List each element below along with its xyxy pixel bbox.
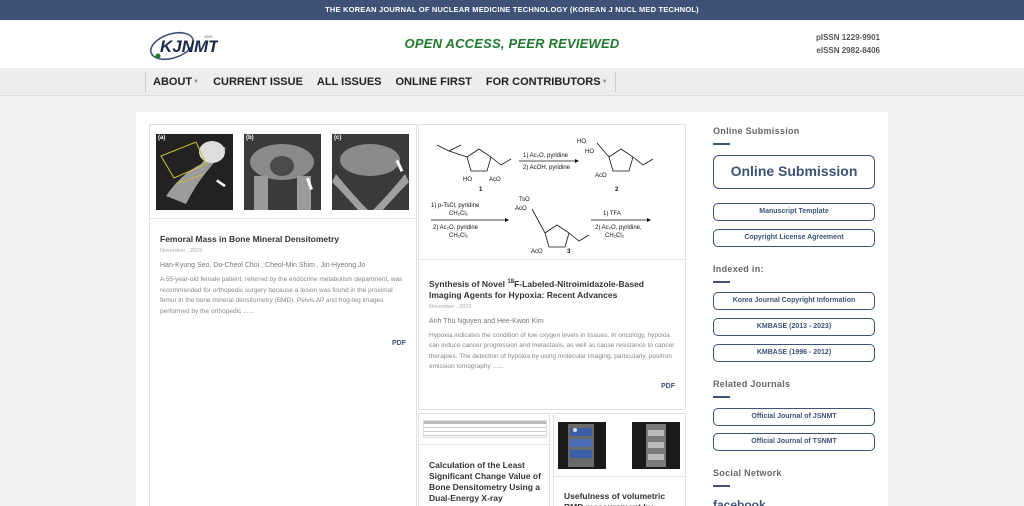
manuscript-template-button[interactable]: Manuscript Template: [713, 203, 875, 221]
indexed-link-kmbase-1996[interactable]: KMBASE (1996 - 2012): [713, 344, 875, 362]
scheme-tso: TsO: [519, 197, 530, 203]
scheme-compound-3: 3: [567, 249, 571, 255]
scheme-step3-b: 2) Ac₂O, pyridine,: [595, 225, 642, 231]
article-figure: (a) (b) (c): [156, 134, 412, 214]
article-card-volumetric-bmd[interactable]: Usefulness of volumetric BMD measurement…: [553, 413, 686, 506]
social-network-heading: Social Network: [713, 468, 782, 478]
journal-title-bar: THE KOREAN JOURNAL OF NUCLEAR MEDICINE T…: [0, 0, 1024, 20]
scheme-aco-1: AcO: [489, 177, 501, 183]
scheme-ho-2: HO: [577, 139, 586, 145]
xray-image-b: (b): [244, 134, 321, 210]
article-card-hypoxia[interactable]: 1) Ac₂O, pyridine 2) AcOH, pyridine HO A…: [418, 124, 686, 410]
article-date: November , 2023: [160, 248, 203, 254]
pdf-link[interactable]: PDF: [661, 383, 675, 390]
heading-underline: [713, 485, 730, 487]
nav-for-contributors[interactable]: FOR CONTRIBUTORS▼: [479, 72, 615, 92]
indexed-heading: Indexed in:: [713, 264, 764, 274]
article-title[interactable]: Calculation of the Least Significant Cha…: [429, 460, 544, 506]
related-link-tsnmt[interactable]: Official Journal of TSNMT: [713, 433, 875, 451]
facebook-icon[interactable]: facebook: [713, 498, 766, 506]
article-image-spine-b: [632, 422, 680, 469]
related-journals-heading: Related Journals: [713, 379, 791, 389]
related-link-jsnmt[interactable]: Official Journal of JSNMT: [713, 408, 875, 426]
nav-current-issue[interactable]: CURRENT ISSUE: [206, 72, 310, 92]
article-authors: Anh Thu Nguyen and Hee-Kwon Kim: [429, 317, 544, 325]
scheme-ho-3: HO: [585, 149, 594, 155]
scheme-aco-3: AcO: [515, 206, 527, 212]
scheme-aco-2: AcO: [595, 173, 607, 179]
article-authors: Han-Kyung Seo, Do-Cheol Choi , Cheol-Min…: [160, 262, 366, 269]
sidebar: Online Submission Online Submission Manu…: [699, 112, 888, 506]
article-title[interactable]: Usefulness of volumetric BMD measurement…: [564, 491, 679, 506]
chevron-down-icon: ▼: [193, 79, 200, 85]
image-label-c: (c): [334, 135, 342, 141]
scheme-compound-1: 1: [479, 187, 483, 193]
nav-all-issues[interactable]: ALL ISSUES: [310, 72, 389, 92]
chevron-down-icon: ▼: [601, 79, 608, 85]
xray-image-c: (c): [332, 134, 409, 210]
scheme-step2-b: CH₂Cl₂: [449, 211, 469, 217]
heading-underline: [713, 143, 730, 145]
online-submission-heading: Online Submission: [713, 126, 800, 136]
article-grid: (a) (b) (c) Femoral Mass in Bone Mineral…: [136, 112, 699, 506]
article-date: November , 2023: [429, 303, 472, 310]
nav-online-first[interactable]: ONLINE FIRST: [389, 72, 479, 92]
scheme-compound-2: 2: [615, 187, 619, 193]
scheme-step1-b: 2) AcOH, pyridine: [523, 165, 571, 171]
image-label-a: (a): [158, 135, 166, 141]
article-image-spine-a: [558, 422, 606, 469]
reaction-scheme: 1) Ac₂O, pyridine 2) AcOH, pyridine HO A…: [427, 129, 679, 255]
scheme-step3-a: 1) TFA: [603, 211, 621, 217]
article-card-femoral-mass[interactable]: (a) (b) (c) Femoral Mass in Bone Mineral…: [149, 124, 417, 506]
scheme-step2-a: 1) p-TsCl, pyridine: [431, 203, 480, 209]
site-header: KJNMT 1997 OPEN ACCESS, PEER REVIEWED pI…: [0, 20, 1024, 68]
eissn: eISSN 2982-8406: [816, 46, 880, 55]
article-abstract: Hypoxia indicates the condition of low o…: [429, 331, 675, 371]
indexed-link-copyright-info[interactable]: Korea Journal Copyright Information: [713, 292, 875, 310]
article-abstract: A 55-year-old female patient, referred b…: [160, 276, 403, 315]
scheme-step3-c: CH₂Cl₂: [605, 233, 625, 239]
pissn: pISSN 1229-9901: [815, 33, 880, 42]
article-title[interactable]: Femoral Mass in Bone Mineral Densitometr…: [160, 234, 408, 245]
scheme-ho-1: HO: [463, 177, 472, 183]
copyright-agreement-button[interactable]: Copyright License Agreement: [713, 229, 875, 247]
article-title[interactable]: Synthesis of Novel 18F-Labeled-Nitroimid…: [429, 277, 677, 301]
scheme-step2-d: CH₂Cl₂: [449, 233, 469, 239]
scheme-step1-a: 1) Ac₂O, pyridine: [523, 153, 569, 159]
scheme-aco-4: AcO: [531, 249, 543, 255]
main-nav: ABOUT▼ CURRENT ISSUE ALL ISSUES ONLINE F…: [0, 68, 1024, 96]
pdf-link[interactable]: PDF: [392, 340, 406, 347]
heading-underline: [713, 281, 730, 283]
nav-about[interactable]: ABOUT▼: [146, 72, 206, 92]
heading-underline: [713, 396, 730, 398]
article-table-thumbnail: [423, 420, 547, 438]
journal-full-title: THE KOREAN JOURNAL OF NUCLEAR MEDICINE T…: [325, 5, 699, 14]
indexed-link-kmbase-2013[interactable]: KMBASE (2013 - 2023): [713, 318, 875, 336]
image-label-b: (b): [246, 135, 254, 141]
issn-block: pISSN 1229-9901 eISSN 2982-8406: [816, 31, 880, 57]
article-card-lsc[interactable]: Calculation of the Least Significant Cha…: [418, 413, 550, 506]
scheme-step2-c: 2) Ac₂O, pyridine: [433, 225, 479, 231]
online-submission-button[interactable]: Online Submission: [713, 155, 875, 189]
xray-image-a: (a): [156, 134, 233, 210]
